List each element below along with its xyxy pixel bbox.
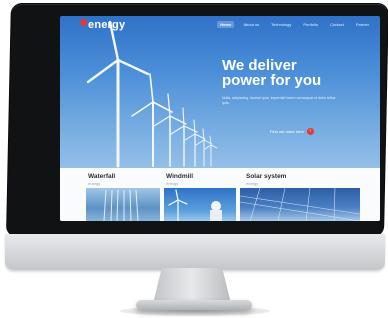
site-navbar: energy Home About us Technology Portfoli… [60,16,380,36]
website-screen: energy Home About us Technology Portfoli… [60,16,380,221]
card-waterfall[interactable]: Waterfall energy [88,173,166,186]
nav-item-portfolio[interactable]: Portfolio [300,21,321,28]
monitor-scene: energy Home About us Technology Portfoli… [0,0,388,318]
hero-cta[interactable]: Find out more here › [270,128,314,135]
features-section: Waterfall energy Windmill energy Solar s… [60,168,380,221]
monitor-stand [153,268,231,302]
logo-text: energy [88,19,126,31]
solar-system-image[interactable] [239,187,361,221]
card-subtitle: energy [88,181,101,186]
card-title: Waterfall [88,173,116,180]
cta-label[interactable]: Find out more here [270,129,304,134]
nav-item-home[interactable]: Home [217,21,235,28]
waterfall-picture [103,189,139,221]
site-logo[interactable]: energy [80,19,125,31]
nav-item-contact[interactable]: Contact [327,21,347,28]
card-solar-system[interactable]: Solar system energy [246,173,324,186]
monitor-foot [136,300,252,310]
waterfall-image[interactable] [86,188,160,221]
hero-title-line2: power for you [222,72,322,89]
logo-dot-icon [80,19,87,26]
card-title: Solar system [246,173,287,180]
nav-item-about[interactable]: About us [240,21,262,28]
nav-menu: Home About us Technology Portfolio Conta… [217,21,372,28]
nav-item-technology[interactable]: Technology [268,21,294,28]
card-title: Windmill [166,173,194,180]
hero-body-text: Nulla, adipiscing, laoreet quis, imperdi… [222,96,336,105]
arrow-right-icon[interactable]: › [306,128,314,135]
monitor-chin [5,234,385,270]
nav-item-partner[interactable]: Partner [353,21,372,28]
card-subtitle: energy [246,181,259,186]
solar-panels-picture [239,187,361,221]
card-windmill[interactable]: Windmill energy [166,173,244,186]
hero-title-line1: We deliver [222,57,297,74]
card-subtitle: energy [166,181,179,186]
windmill-picture [168,189,222,221]
windmill-image[interactable] [164,188,236,221]
hero-title: We deliver power for you [222,58,362,88]
